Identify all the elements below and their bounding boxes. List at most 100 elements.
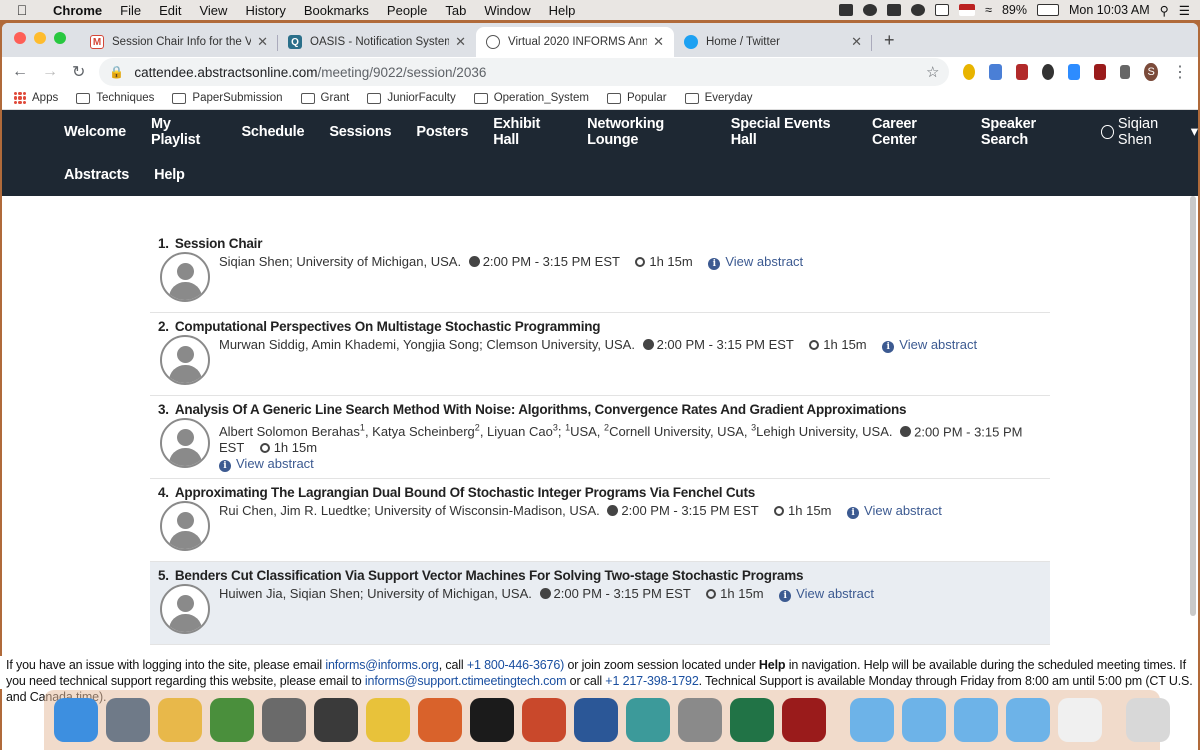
menu-edit[interactable]: Edit xyxy=(150,3,190,18)
bookmark-folder[interactable]: Grant xyxy=(300,92,349,104)
nav-exhibit-hall[interactable]: Exhibit Hall xyxy=(493,116,562,148)
tab-gmail[interactable]: M Session Chair Info for the Virtu ✕ xyxy=(80,27,278,57)
menu-bookmarks[interactable]: Bookmarks xyxy=(295,3,378,18)
user-menu[interactable]: Siqian Shen ▾ xyxy=(1101,116,1198,148)
nav-speaker-search[interactable]: Speaker Search xyxy=(981,116,1076,148)
nav-welcome[interactable]: Welcome xyxy=(64,124,126,140)
battery-icon[interactable] xyxy=(1037,4,1060,16)
menu-history[interactable]: History xyxy=(236,3,294,18)
presentation-title[interactable]: 1. Session Chair xyxy=(158,236,1050,251)
matlab-icon[interactable] xyxy=(418,698,462,742)
lock-icon[interactable]: 🔒 xyxy=(109,65,124,79)
view-abstract-link[interactable]: View abstract xyxy=(899,337,977,352)
close-tab-icon[interactable]: ✕ xyxy=(257,34,268,50)
phone-link-1[interactable]: +1 800-446-3676) xyxy=(467,658,564,672)
phone-link-2[interactable]: +1 217-398-1792 xyxy=(605,674,698,688)
extension-circle-icon[interactable] xyxy=(1041,64,1054,80)
nav-my-playlist[interactable]: My Playlist xyxy=(151,116,216,148)
finder-icon[interactable] xyxy=(54,698,98,742)
sublime-text-icon[interactable] xyxy=(314,698,358,742)
profile-avatar[interactable]: S xyxy=(1144,63,1159,81)
bookmark-folder[interactable]: Everyday xyxy=(684,92,753,104)
folder-icon[interactable] xyxy=(1006,698,1050,742)
control-center-icon[interactable]: ☰ xyxy=(1179,3,1190,18)
menu-tab[interactable]: Tab xyxy=(436,3,475,18)
forward-arrow-icon[interactable]: → xyxy=(42,63,58,81)
document-icon[interactable] xyxy=(1058,698,1102,742)
chrome-icon[interactable] xyxy=(210,698,254,742)
nav-schedule[interactable]: Schedule xyxy=(241,124,304,140)
display-icon[interactable] xyxy=(935,4,950,16)
photos-icon[interactable] xyxy=(158,698,202,742)
view-abstract-link[interactable]: View abstract xyxy=(864,503,942,518)
page-scrollbar[interactable] xyxy=(1190,196,1196,616)
bookmark-star-icon[interactable]: ☆ xyxy=(926,63,939,81)
new-tab-button[interactable]: + xyxy=(872,30,907,57)
nav-career-center[interactable]: Career Center xyxy=(872,116,956,148)
address-bar[interactable]: 🔒 cattendee.abstractsonline.com/meeting/… xyxy=(99,58,950,86)
apple-menu-icon[interactable]:  xyxy=(0,2,44,18)
translate-extension-icon[interactable] xyxy=(989,64,1002,80)
chrome-menu-icon[interactable]: ⋮ xyxy=(1172,62,1188,82)
back-arrow-icon[interactable]: ← xyxy=(12,63,28,81)
view-abstract-link[interactable]: View abstract xyxy=(796,586,874,601)
nav-help[interactable]: Help xyxy=(154,167,185,183)
presentation-title[interactable]: 4. Approximating The Lagrangian Dual Boun… xyxy=(158,485,1050,500)
menu-view[interactable]: View xyxy=(190,3,236,18)
tex-icon[interactable] xyxy=(678,698,722,742)
presentation-title[interactable]: 5. Benders Cut Classification Via Support… xyxy=(158,568,1050,583)
extensions-puzzle-icon[interactable] xyxy=(1119,65,1131,79)
maximize-window-button[interactable] xyxy=(54,32,66,44)
bookmark-folder[interactable]: Operation_System xyxy=(473,92,589,104)
us-flag-icon[interactable] xyxy=(959,4,976,16)
system-preferences-icon[interactable] xyxy=(262,698,306,742)
nav-networking-lounge[interactable]: Networking Lounge xyxy=(587,116,706,148)
word-icon[interactable] xyxy=(574,698,618,742)
close-tab-icon[interactable]: ✕ xyxy=(851,34,862,50)
launchpad-icon[interactable] xyxy=(106,698,150,742)
menu-people[interactable]: People xyxy=(378,3,436,18)
network-icon[interactable] xyxy=(626,698,670,742)
view-abstract-link[interactable]: View abstract xyxy=(725,254,803,269)
menu-help[interactable]: Help xyxy=(540,3,585,18)
acrobat-extension-icon[interactable] xyxy=(1093,64,1106,80)
nav-sessions[interactable]: Sessions xyxy=(329,124,391,140)
folder-icon[interactable] xyxy=(850,698,894,742)
close-tab-icon[interactable]: ✕ xyxy=(653,34,664,50)
folder-icon[interactable] xyxy=(954,698,998,742)
bookmark-folder[interactable]: JuniorFaculty xyxy=(367,92,456,104)
acrobat-icon[interactable] xyxy=(470,698,514,742)
email-link-informs[interactable]: informs@informs.org xyxy=(325,658,438,672)
info-icon[interactable]: i xyxy=(779,590,792,602)
status-c-icon[interactable] xyxy=(887,4,902,16)
bookmark-folder[interactable]: Techniques xyxy=(76,92,154,104)
reload-icon[interactable]: ↻ xyxy=(72,62,85,82)
email-link-support[interactable]: informs@support.ctimeetingtech.com xyxy=(365,674,567,688)
presentation-title[interactable]: 2. Computational Perspectives On Multista… xyxy=(158,319,1050,334)
info-icon[interactable]: i xyxy=(882,341,895,353)
info-icon[interactable]: i xyxy=(847,507,860,519)
powerpoint-icon[interactable] xyxy=(522,698,566,742)
folder-icon[interactable] xyxy=(902,698,946,742)
close-window-button[interactable] xyxy=(14,32,26,44)
info-icon[interactable]: i xyxy=(708,258,721,270)
spotlight-search-icon[interactable]: ⚲ xyxy=(1160,3,1169,18)
nav-posters[interactable]: Posters xyxy=(416,124,468,140)
tab-informs-active[interactable]: Virtual 2020 INFORMS Annual ✕ xyxy=(476,27,674,57)
extension-check-icon[interactable] xyxy=(963,64,976,80)
menubar-clock[interactable]: Mon 10:03 AM xyxy=(1069,3,1150,17)
minimize-window-button[interactable] xyxy=(34,32,46,44)
sync-icon[interactable] xyxy=(911,4,926,16)
tab-oasis[interactable]: Q OASIS - Notification System ✕ xyxy=(278,27,476,57)
zoom-extension-icon[interactable] xyxy=(1067,64,1080,80)
red-book-extension-icon[interactable] xyxy=(1015,64,1028,80)
cloud-icon[interactable] xyxy=(863,4,878,16)
cyberduck-icon[interactable] xyxy=(366,698,410,742)
close-tab-icon[interactable]: ✕ xyxy=(455,34,466,50)
menu-window[interactable]: Window xyxy=(475,3,539,18)
bookmark-apps[interactable]: Apps xyxy=(14,92,58,104)
info-icon[interactable]: i xyxy=(219,460,231,473)
excel-icon[interactable] xyxy=(730,698,774,742)
tab-twitter[interactable]: Home / Twitter ✕ xyxy=(674,27,872,57)
trash-icon[interactable] xyxy=(1126,698,1170,742)
